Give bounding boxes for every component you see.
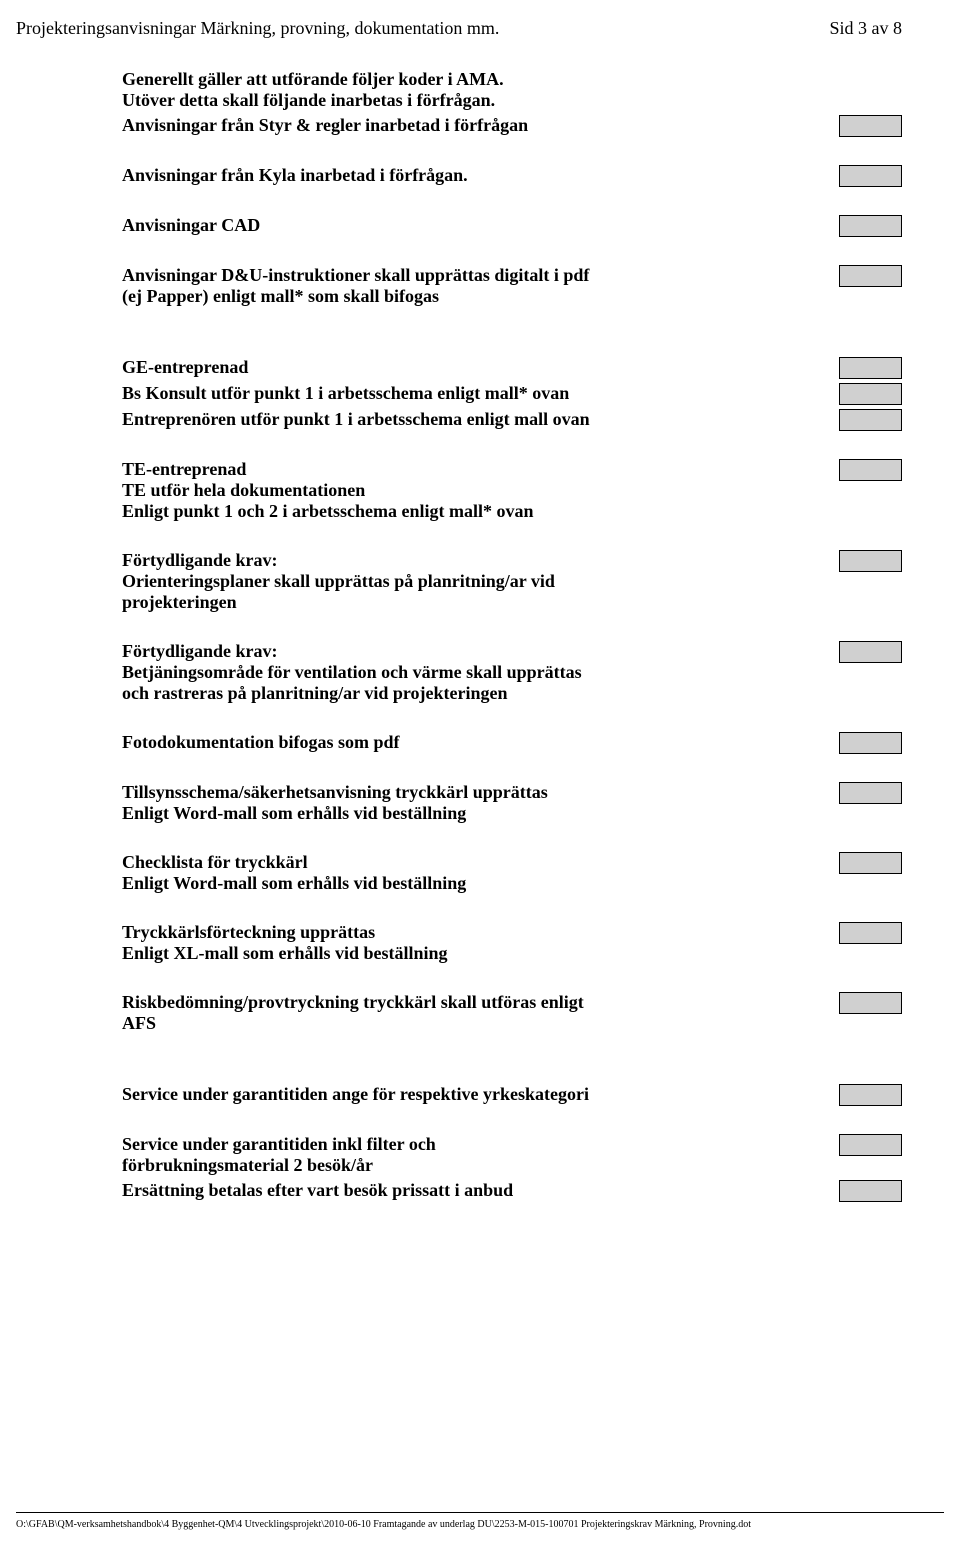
checkbox-ge-entreprenad[interactable] [839, 357, 902, 379]
checkbox-riskbedomning[interactable] [839, 992, 902, 1014]
item-anvisningar-du-l1: Anvisningar D&U-instruktioner skall uppr… [122, 265, 816, 286]
item-tillsynsschema-l2: Enligt Word-mall som erhålls vid beställ… [122, 803, 816, 824]
intro-line-1: Generellt gäller att utförande följer ko… [122, 69, 902, 90]
page-header: Projekteringsanvisningar Märkning, provn… [0, 0, 960, 39]
item-anvisningar-kyla: Anvisningar från Kyla inarbetad i förfrå… [122, 165, 832, 186]
checkbox-tryckkarlsforteckning[interactable] [839, 922, 902, 944]
item-te-utfor: TE utför hela dokumentationen [122, 480, 816, 501]
item-tryckkarlsforteckning-l1: Tryckkärlsförteckning upprättas [122, 922, 816, 943]
checkbox-fotodokumentation[interactable] [839, 732, 902, 754]
item-fotodokumentation: Fotodokumentation bifogas som pdf [122, 732, 832, 753]
checkbox-service-garantitiden[interactable] [839, 1084, 902, 1106]
item-checklista-l1: Checklista för tryckkärl [122, 852, 816, 873]
item-tryckkarlsforteckning-l2: Enligt XL-mall som erhålls vid beställni… [122, 943, 816, 964]
page-footer: O:\GFAB\QM-verksamhetshandbok\4 Byggenhe… [16, 1512, 944, 1530]
checkbox-tillsynsschema[interactable] [839, 782, 902, 804]
item-service-filter-l2: förbrukningsmaterial 2 besök/år [122, 1155, 816, 1176]
checkbox-service-filter[interactable] [839, 1134, 902, 1156]
item-te-enligt: Enligt punkt 1 och 2 i arbetsschema enli… [122, 501, 816, 522]
item-service-garantitiden: Service under garantitiden ange för resp… [122, 1084, 832, 1105]
item-bs-konsult: Bs Konsult utför punkt 1 i arbetsschema … [122, 383, 832, 404]
item-fortydligande-1-head: Förtydligande krav: [122, 550, 816, 571]
checkbox-anvisningar-cad[interactable] [839, 215, 902, 237]
checkbox-fortydligande-1[interactable] [839, 550, 902, 572]
item-ersattning: Ersättning betalas efter vart besök pris… [122, 1180, 832, 1201]
item-checklista-l2: Enligt Word-mall som erhålls vid beställ… [122, 873, 816, 894]
header-page-number: Sid 3 av 8 [829, 18, 902, 39]
header-title: Projekteringsanvisningar Märkning, provn… [16, 18, 499, 39]
item-tillsynsschema-l1: Tillsynsschema/säkerhetsanvisning tryckk… [122, 782, 816, 803]
item-fortydligande-2-l2: och rastreras på planritning/ar vid proj… [122, 683, 816, 704]
checkbox-checklista[interactable] [839, 852, 902, 874]
item-riskbedomning-l2: AFS [122, 1013, 816, 1034]
item-fortydligande-2-l1: Betjäningsområde för ventilation och vär… [122, 662, 816, 683]
checkbox-te-entreprenad[interactable] [839, 459, 902, 481]
item-te-entreprenad: TE-entreprenad [122, 459, 816, 480]
item-ge-entreprenad: GE-entreprenad [122, 357, 832, 378]
item-riskbedomning-l1: Riskbedömning/provtryckning tryckkärl sk… [122, 992, 816, 1013]
item-anvisningar-du-l2: (ej Papper) enligt mall* som skall bifog… [122, 286, 816, 307]
checkbox-anvisningar-du[interactable] [839, 265, 902, 287]
checkbox-fortydligande-2[interactable] [839, 641, 902, 663]
item-anvisningar-cad: Anvisningar CAD [122, 215, 832, 236]
item-fortydligande-1-l1: Orienteringsplaner skall upprättas på pl… [122, 571, 816, 592]
item-entreprenoren: Entreprenören utför punkt 1 i arbetssche… [122, 409, 832, 430]
checkbox-bs-konsult[interactable] [839, 383, 902, 405]
item-fortydligande-1-l2: projekteringen [122, 592, 816, 613]
item-service-filter-l1: Service under garantitiden inkl filter o… [122, 1134, 816, 1155]
checkbox-anvisningar-kyla[interactable] [839, 165, 902, 187]
content-body: Generellt gäller att utförande följer ko… [0, 39, 960, 1202]
checkbox-anvisningar-styr[interactable] [839, 115, 902, 137]
intro-line-2: Utöver detta skall följande inarbetas i … [122, 90, 902, 111]
checkbox-entreprenoren[interactable] [839, 409, 902, 431]
checkbox-ersattning[interactable] [839, 1180, 902, 1202]
item-fortydligande-2-head: Förtydligande krav: [122, 641, 816, 662]
item-anvisningar-styr: Anvisningar från Styr & regler inarbetad… [122, 115, 832, 136]
